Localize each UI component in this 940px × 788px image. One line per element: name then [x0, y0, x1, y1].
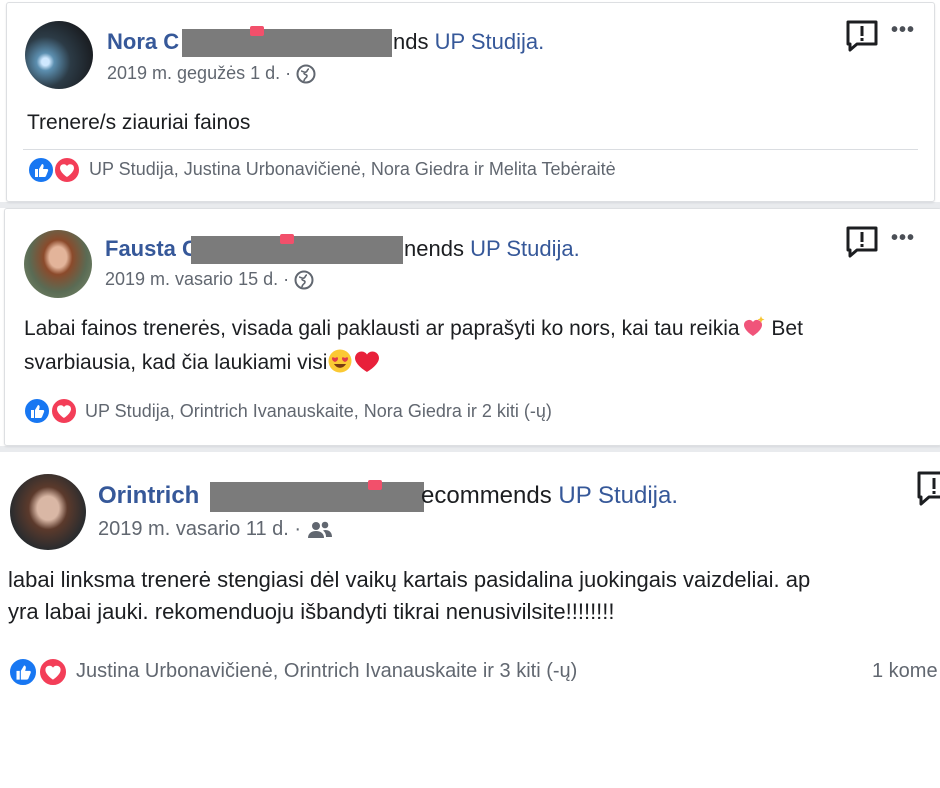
- redaction-bar: [182, 29, 392, 57]
- post-text-line: labai linksma trenerė stengiasi dėl vaik…: [8, 567, 811, 592]
- report-icon[interactable]: [845, 225, 879, 264]
- love-reaction-icon[interactable]: [38, 657, 68, 687]
- globe-icon: [294, 270, 314, 290]
- globe-icon: [296, 64, 316, 84]
- page-link[interactable]: UP Studija.: [558, 482, 678, 509]
- reactions-summary[interactable]: UP Studija, Orintrich Ivanauskaite, Nora…: [85, 401, 552, 422]
- post-date[interactable]: 2019 m. vasario 11 d. ·: [98, 518, 301, 540]
- sparkling-heart-icon: [743, 316, 765, 336]
- divider: [23, 149, 918, 150]
- page-link[interactable]: UP Studija.: [435, 29, 545, 54]
- more-options-icon[interactable]: •••: [891, 227, 915, 250]
- reactions-summary[interactable]: UP Studija, Justina Urbonavičienė, Nora …: [89, 159, 616, 180]
- friends-icon: [307, 521, 332, 538]
- redaction-bar: [191, 236, 403, 264]
- recommendation-post: Orintrich ecommends UP Studija. 2019 m. …: [0, 452, 940, 788]
- post-text-line: Bet: [771, 317, 803, 340]
- like-reaction-icon[interactable]: [23, 397, 51, 425]
- recommends-text: nends: [404, 236, 464, 261]
- recommendation-post: Fausta C nends UP Studija. 2019 m. vasar…: [4, 208, 940, 446]
- author-name[interactable]: Fausta C: [105, 236, 198, 261]
- post-date[interactable]: 2019 m. vasario 15 d. ·: [105, 269, 289, 289]
- heart-icon: [250, 26, 264, 36]
- post-text-line: yra labai jauki. rekomenduoju išbandyti …: [8, 598, 615, 624]
- like-reaction-icon[interactable]: [8, 657, 38, 687]
- heart-icon: [368, 480, 382, 490]
- avatar[interactable]: [10, 474, 86, 550]
- recommendation-post: Nora C nds UP Studija. 2019 m. gegužės 1…: [6, 2, 935, 202]
- love-reaction-icon[interactable]: [50, 397, 78, 425]
- comments-count[interactable]: 1 kome: [872, 660, 938, 683]
- author-name[interactable]: Nora C: [107, 29, 179, 54]
- love-reaction-icon[interactable]: [53, 156, 81, 184]
- post-text: Trenere/s ziauriai fainos: [27, 111, 251, 134]
- page-link[interactable]: UP Studija.: [470, 236, 580, 261]
- heart-icon: [280, 234, 294, 244]
- post-date[interactable]: 2019 m. gegužės 1 d. ·: [107, 63, 291, 83]
- heart-eyes-emoji-icon: [328, 349, 352, 372]
- avatar[interactable]: [25, 21, 93, 89]
- like-reaction-icon[interactable]: [27, 156, 55, 184]
- more-options-icon[interactable]: •••: [891, 19, 915, 42]
- redaction-bar: [210, 482, 424, 512]
- avatar[interactable]: [24, 230, 92, 298]
- red-heart-emoji-icon: [355, 350, 380, 372]
- divider: [21, 445, 921, 446]
- reactions-summary[interactable]: Justina Urbonavičienė, Orintrich Ivanaus…: [76, 660, 577, 683]
- recommends-text: nds: [393, 29, 429, 54]
- recommends-text: ecommends: [421, 482, 552, 509]
- post-text-line: Labai fainos trenerės, visada gali pakla…: [24, 317, 740, 340]
- report-icon[interactable]: [916, 470, 940, 511]
- author-name[interactable]: Orintrich: [98, 482, 199, 509]
- report-icon[interactable]: [845, 19, 879, 58]
- post-text-line: svarbiausia, kad čia laukiami visi: [24, 350, 328, 374]
